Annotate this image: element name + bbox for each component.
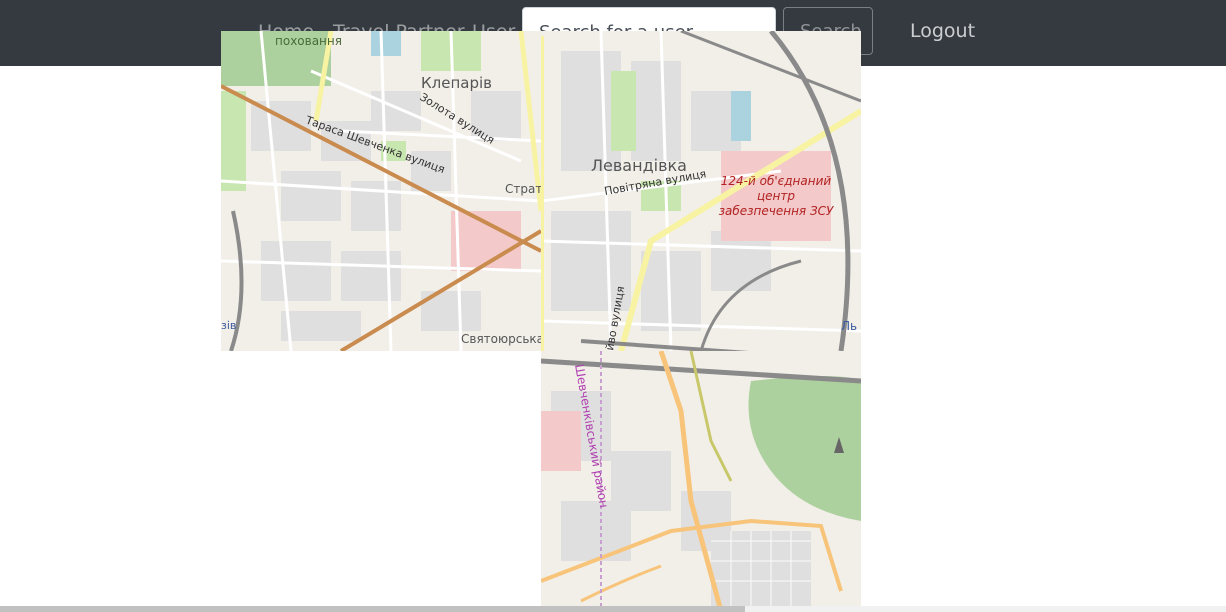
map-label-strat: Страт <box>505 182 541 196</box>
map-tile-klepariv[interactable]: поховання Клепарів Золота вулиця Тараса … <box>221 31 541 351</box>
map-label-cemetery: поховання <box>275 34 342 48</box>
map-label-military: 124-й об'єднаний центр забезпечення ЗСУ <box>718 174 834 218</box>
logout-link[interactable]: Logout <box>910 20 975 42</box>
map-tile-shevchenkivskyi[interactable]: Шевченківський район <box>541 351 861 612</box>
horizontal-scrollbar[interactable] <box>0 606 1226 612</box>
map-label-zviv: зів <box>221 319 236 332</box>
map-label-svyatoyurska: Святоюрська <box>461 332 541 346</box>
map-label-lv: Ль <box>841 319 857 333</box>
scrollbar-thumb[interactable] <box>0 606 745 612</box>
map-tile-levandivka[interactable]: Левандівка Повітряна вулиця 124-й об'єдн… <box>541 31 861 351</box>
map-label-klepariv: Клепарів <box>421 74 492 92</box>
